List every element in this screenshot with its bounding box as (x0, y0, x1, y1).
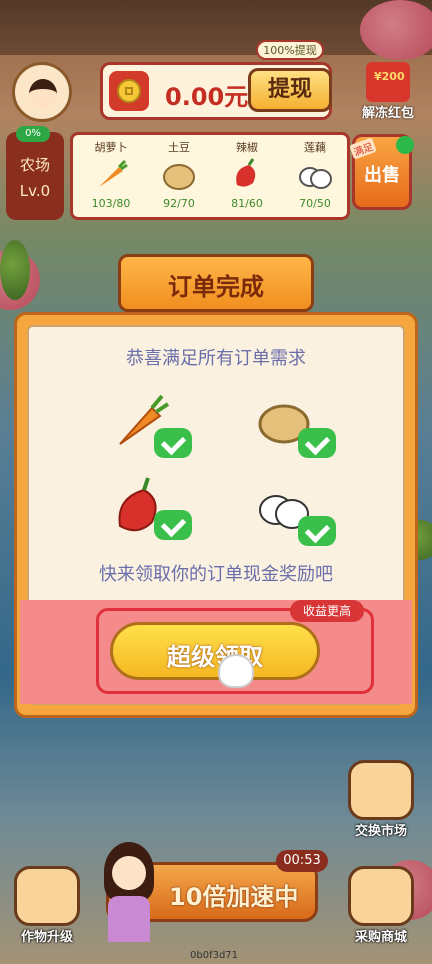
congrats-text: 恭喜满足所有订单需求 (126, 348, 306, 369)
crop-lotus-root: 莲藕 70/50 (281, 135, 349, 217)
pointing-hand-icon (218, 654, 254, 688)
purchase-mall-label: 采购商城 (354, 930, 407, 945)
crop-upgrade-label: 作物升级 (20, 930, 73, 945)
crop-name: 胡萝卜 (94, 141, 128, 154)
farm-name: 农场 (19, 156, 50, 174)
character-girl (98, 842, 160, 942)
sell-label: 出售 (364, 165, 400, 186)
check-icon (298, 428, 336, 458)
exchange-market-label: 交换市场 (354, 824, 407, 839)
crop-potato: 土豆 92/70 (145, 135, 213, 217)
withdraw-button[interactable]: 提现 (248, 68, 332, 112)
order-item-potato (256, 392, 336, 462)
purchase-mall-icon (348, 866, 414, 926)
modal-title-plaque: 订单完成 (118, 254, 314, 312)
redpack-label: 解冻红包 (361, 106, 414, 121)
farm-level: Lv.0 (19, 182, 51, 200)
exchange-market-icon (348, 760, 414, 820)
wechat-icon[interactable] (396, 136, 414, 154)
crop-inventory: 胡萝卜 103/80 土豆 92/70 辣椒 81/60 莲藕 70/50 (70, 132, 350, 220)
crop-name: 莲藕 (304, 141, 326, 154)
check-icon (154, 510, 192, 540)
claim-label: 超级领取 (167, 643, 263, 671)
crop-count: 103/80 (91, 197, 131, 210)
farm-progress-badge: 0% (16, 126, 50, 142)
reward-hint: 快来领取你的订单现金奖励吧 (99, 564, 333, 585)
order-item-lotus-root (256, 480, 336, 550)
modal-title: 订单完成 (168, 273, 264, 301)
chili-icon (236, 158, 256, 187)
version-code: 0b0f3d71 (190, 950, 239, 961)
coin-icon (109, 71, 149, 111)
order-item-chili (112, 474, 192, 544)
exchange-market-button[interactable]: 交换市场 (342, 760, 420, 840)
purchase-mall-button[interactable]: 采购商城 (342, 866, 420, 946)
lotus-root-icon (299, 167, 332, 189)
avatar-face (29, 79, 57, 109)
potato-icon (163, 164, 195, 190)
higher-income-badge: 收益更高 (290, 600, 364, 622)
redpack-amount: ¥200 (374, 70, 405, 83)
boost-timer: 00:53 (276, 850, 328, 872)
red-envelope-icon: ¥200 (366, 62, 410, 102)
speed-label: 10倍加速中 (169, 883, 299, 911)
carrot-icon (99, 159, 128, 187)
crop-carrot: 胡萝卜 103/80 (77, 135, 145, 217)
crop-upgrade-icon (14, 866, 80, 926)
crop-name: 土豆 (168, 141, 190, 154)
withdraw-percent-tag: 100%提现 (256, 40, 324, 60)
crop-chili: 辣椒 81/60 (213, 135, 281, 217)
crop-count: 92/70 (163, 197, 195, 210)
player-avatar[interactable] (12, 62, 72, 122)
satisfied-tag: 满足 (349, 137, 377, 160)
check-icon (154, 428, 192, 458)
balance-amount: 0.00元 (165, 83, 249, 111)
unfreeze-redpack-button[interactable]: ¥200 解冻红包 (356, 58, 420, 124)
crop-count: 81/60 (231, 197, 263, 210)
order-item-carrot (112, 392, 192, 462)
crop-count: 70/50 (299, 197, 331, 210)
super-claim-button[interactable]: 超级领取 (110, 622, 320, 680)
crop-name: 辣椒 (236, 141, 258, 154)
farm-level-panel[interactable]: 0% 农场 Lv.0 (6, 126, 64, 220)
crop-upgrade-button[interactable]: 作物升级 (8, 866, 86, 946)
check-icon (298, 516, 336, 546)
